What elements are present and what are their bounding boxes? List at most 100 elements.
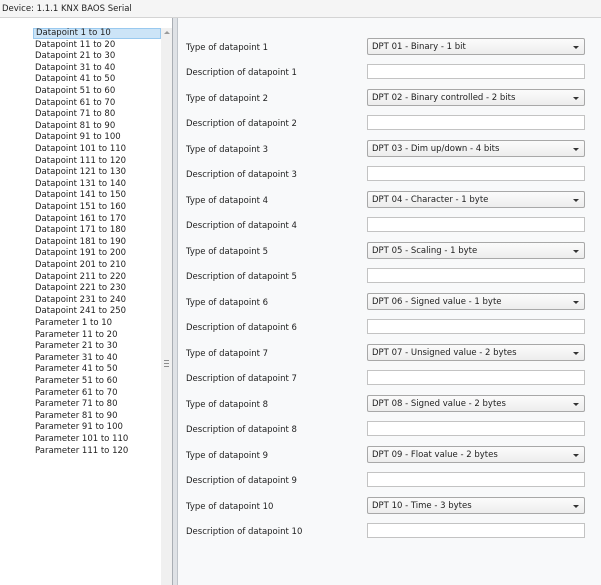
grip-icon[interactable] [164, 360, 169, 369]
datapoint-type-dropdown[interactable]: DPT 08 - Signed value - 2 bytes [367, 395, 585, 412]
sidebar-item[interactable]: Datapoint 11 to 20 [33, 40, 161, 51]
dropdown-value: DPT 02 - Binary controlled - 2 bits [372, 93, 516, 103]
chevron-down-icon [573, 97, 579, 100]
sidebar-item[interactable]: Parameter 71 to 80 [33, 399, 161, 410]
type-label: Type of datapoint 10 [186, 502, 274, 512]
type-label: Type of datapoint 6 [186, 298, 269, 308]
description-input[interactable] [367, 472, 585, 487]
chevron-down-icon [573, 148, 579, 151]
sidebar-item[interactable]: Datapoint 141 to 150 [33, 190, 161, 201]
dropdown-value: DPT 03 - Dim up/down - 4 bits [372, 144, 500, 154]
sidebar-item[interactable]: Parameter 1 to 10 [33, 318, 161, 329]
sidebar-item[interactable]: Parameter 101 to 110 [33, 434, 161, 445]
description-label: Description of datapoint 5 [186, 272, 297, 282]
datapoint-type-dropdown[interactable]: DPT 01 - Binary - 1 bit [367, 38, 585, 55]
sidebar: Datapoint 1 to 10 Datapoint 11 to 20 Datap… [0, 28, 172, 585]
sidebar-item[interactable]: Datapoint 21 to 30 [33, 51, 161, 62]
sidebar-item[interactable]: Datapoint 191 to 200 [33, 248, 161, 259]
sidebar-item[interactable]: Datapoint 231 to 240 [33, 295, 161, 306]
description-label: Description of datapoint 2 [186, 119, 297, 129]
sidebar-item[interactable]: Datapoint 31 to 40 [33, 63, 161, 74]
sidebar-item[interactable]: Datapoint 131 to 140 [33, 179, 161, 190]
dropdown-value: DPT 07 - Unsigned value - 2 bytes [372, 348, 517, 358]
type-label: Type of datapoint 1 [186, 43, 269, 53]
chevron-down-icon [573, 505, 579, 508]
description-label: Description of datapoint 1 [186, 68, 297, 78]
chevron-down-icon [573, 301, 579, 304]
description-input[interactable] [367, 421, 585, 436]
sidebar-item[interactable]: Parameter 81 to 90 [33, 411, 161, 422]
sidebar-item[interactable]: Parameter 51 to 60 [33, 376, 161, 387]
sidebar-item[interactable]: Parameter 11 to 20 [33, 330, 161, 341]
dropdown-value: DPT 01 - Binary - 1 bit [372, 42, 466, 52]
dropdown-value: DPT 08 - Signed value - 2 bytes [372, 399, 506, 409]
chevron-down-icon [573, 454, 579, 457]
description-input[interactable] [367, 115, 585, 130]
datapoint-type-dropdown[interactable]: DPT 03 - Dim up/down - 4 bits [367, 140, 585, 157]
description-label: Description of datapoint 8 [186, 425, 297, 435]
description-label: Description of datapoint 10 [186, 527, 303, 537]
datapoint-type-dropdown[interactable]: DPT 05 - Scaling - 1 byte [367, 242, 585, 259]
dropdown-value: DPT 09 - Float value - 2 bytes [372, 450, 498, 460]
datapoint-type-dropdown[interactable]: DPT 06 - Signed value - 1 byte [367, 293, 585, 310]
type-label: Type of datapoint 9 [186, 451, 269, 461]
datapoint-type-dropdown[interactable]: DPT 02 - Binary controlled - 2 bits [367, 89, 585, 106]
sidebar-item[interactable]: Datapoint 1 to 10 [33, 28, 161, 39]
datapoint-type-dropdown[interactable]: DPT 04 - Character - 1 byte [367, 191, 585, 208]
description-label: Description of datapoint 7 [186, 374, 297, 384]
chevron-down-icon [573, 403, 579, 406]
sidebar-item[interactable]: Datapoint 181 to 190 [33, 237, 161, 248]
sidebar-item[interactable]: Parameter 91 to 100 [33, 422, 161, 433]
description-label: Description of datapoint 4 [186, 221, 297, 231]
description-input[interactable] [367, 523, 585, 538]
datapoint-type-dropdown[interactable]: DPT 09 - Float value - 2 bytes [367, 446, 585, 463]
description-label: Description of datapoint 6 [186, 323, 297, 333]
sidebar-item[interactable]: Parameter 61 to 70 [33, 388, 161, 399]
type-label: Type of datapoint 3 [186, 145, 269, 155]
chevron-down-icon [573, 250, 579, 253]
sidebar-item[interactable]: Datapoint 171 to 180 [33, 225, 161, 236]
sidebar-scrollbar[interactable] [161, 28, 172, 585]
chevron-down-icon [573, 46, 579, 49]
dropdown-value: DPT 10 - Time - 3 bytes [372, 501, 472, 511]
sidebar-item[interactable]: Datapoint 151 to 160 [33, 202, 161, 213]
sidebar-item[interactable]: Datapoint 61 to 70 [33, 98, 161, 109]
sidebar-item[interactable]: Datapoint 211 to 220 [33, 272, 161, 283]
description-input[interactable] [367, 217, 585, 232]
sidebar-item[interactable]: Datapoint 41 to 50 [33, 74, 161, 85]
sidebar-item[interactable]: Datapoint 161 to 170 [33, 214, 161, 225]
sidebar-item[interactable]: Parameter 41 to 50 [33, 364, 161, 375]
device-bar: Device: 1.1.1 KNX BAOS Serial [0, 0, 601, 18]
description-input[interactable] [367, 64, 585, 79]
type-label: Type of datapoint 5 [186, 247, 269, 257]
description-label: Description of datapoint 9 [186, 476, 297, 486]
sidebar-item[interactable]: Datapoint 91 to 100 [33, 132, 161, 143]
sidebar-item[interactable]: Datapoint 101 to 110 [33, 144, 161, 155]
sidebar-item[interactable]: Parameter 31 to 40 [33, 353, 161, 364]
dropdown-value: DPT 06 - Signed value - 1 byte [372, 297, 502, 307]
sidebar-item[interactable]: Parameter 21 to 30 [33, 341, 161, 352]
scroll-up-icon[interactable] [164, 31, 170, 34]
description-label: Description of datapoint 3 [186, 170, 297, 180]
sidebar-item[interactable]: Datapoint 51 to 60 [33, 86, 161, 97]
sidebar-item[interactable]: Datapoint 81 to 90 [33, 121, 161, 132]
dropdown-value: DPT 04 - Character - 1 byte [372, 195, 489, 205]
sidebar-item[interactable]: Parameter 111 to 120 [33, 446, 161, 457]
type-label: Type of datapoint 7 [186, 349, 269, 359]
sidebar-item[interactable]: Datapoint 71 to 80 [33, 109, 161, 120]
sidebar-item[interactable]: Datapoint 201 to 210 [33, 260, 161, 271]
sidebar-item[interactable]: Datapoint 121 to 130 [33, 167, 161, 178]
description-input[interactable] [367, 268, 585, 283]
sidebar-item[interactable]: Datapoint 111 to 120 [33, 156, 161, 167]
description-input[interactable] [367, 319, 585, 334]
chevron-down-icon [573, 352, 579, 355]
sidebar-item[interactable]: Datapoint 241 to 250 [33, 306, 161, 317]
type-label: Type of datapoint 4 [186, 196, 269, 206]
description-input[interactable] [367, 370, 585, 385]
dropdown-value: DPT 05 - Scaling - 1 byte [372, 246, 478, 256]
datapoint-type-dropdown[interactable]: DPT 07 - Unsigned value - 2 bytes [367, 344, 585, 361]
sidebar-item[interactable]: Datapoint 221 to 230 [33, 283, 161, 294]
description-input[interactable] [367, 166, 585, 181]
datapoint-type-dropdown[interactable]: DPT 10 - Time - 3 bytes [367, 497, 585, 514]
chevron-down-icon [573, 199, 579, 202]
